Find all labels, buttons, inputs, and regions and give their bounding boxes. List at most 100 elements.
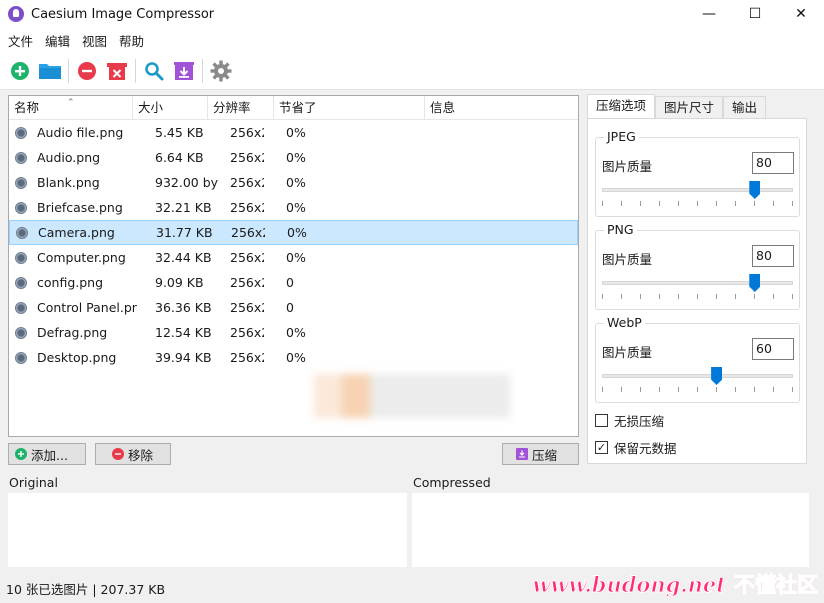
window-title: Caesium Image Compressor	[31, 6, 215, 22]
table-row[interactable]: Blank.png 932.00 by 256x25 0%	[9, 170, 578, 195]
table-row[interactable]: Audio.png 6.64 KB 256x25 0%	[9, 145, 578, 170]
slider-tick	[735, 294, 736, 299]
preview-search-button[interactable]	[142, 59, 166, 83]
keep-metadata-checkbox[interactable]: ✓	[595, 441, 608, 454]
compressed-preview-label: Compressed	[413, 475, 491, 490]
tab-compression-options[interactable]: 压缩选项	[587, 94, 656, 119]
table-row[interactable]: Camera.png 31.77 KB 256x25 0%	[9, 220, 578, 245]
table-row[interactable]: Briefcase.png 32.21 KB 256x25 0%	[9, 195, 578, 220]
lossless-checkbox[interactable]	[595, 414, 608, 427]
menu-edit[interactable]: 编辑	[39, 31, 76, 50]
slider-tick	[659, 201, 660, 206]
status-text: 10 张已选图片 | 207.37 KB	[6, 581, 166, 597]
file-resolution: 256x25	[230, 300, 264, 315]
compressed-preview-pane	[412, 493, 809, 567]
webp-quality-input[interactable]: 60	[752, 338, 794, 360]
slider-tick	[792, 294, 793, 299]
file-name: config.png	[37, 275, 104, 290]
file-resolution: 256x25	[230, 350, 264, 365]
clear-list-button[interactable]	[105, 59, 129, 83]
menu-help[interactable]: 帮助	[113, 31, 150, 50]
file-saved: 0%	[286, 125, 306, 140]
table-row[interactable]: Control Panel.pr 36.36 KB 256x25 0	[9, 295, 578, 320]
remove-button-label: 移除	[128, 447, 154, 463]
table-row[interactable]: Desktop.png 39.94 KB 256x25 0%	[9, 345, 578, 370]
slider-tick	[754, 294, 755, 299]
png-group-label: PNG	[604, 222, 637, 237]
png-slider-ticks	[602, 294, 793, 300]
file-saved: 0%	[286, 150, 306, 165]
keep-metadata-option[interactable]: ✓ 保留元数据	[595, 438, 677, 457]
webp-group-label: WebP	[604, 315, 645, 330]
menu-view[interactable]: 视图	[76, 31, 113, 50]
list-header: 名称 ⌃ 大小 分辨率 节省了 信息	[9, 96, 578, 120]
column-header-name[interactable]: 名称 ⌃	[9, 96, 133, 120]
jpeg-slider-thumb[interactable]	[749, 181, 761, 199]
table-row[interactable]: Defrag.png 12.54 KB 256x25 0%	[9, 320, 578, 345]
tab-image-size[interactable]: 图片尺寸	[655, 96, 724, 119]
column-header-resolution[interactable]: 分辨率	[208, 96, 274, 120]
file-name: Computer.png	[37, 250, 126, 265]
file-size: 12.54 KB	[155, 325, 212, 340]
remove-button[interactable]	[75, 59, 99, 83]
table-row[interactable]: Computer.png 32.44 KB 256x25 0%	[9, 245, 578, 270]
compress-button[interactable]: 压缩	[502, 443, 579, 465]
add-icon	[15, 448, 27, 460]
list-rows: Audio file.png 5.45 KB 256x25 0% Audio.png 6.…	[9, 120, 578, 370]
png-group: PNG 图片质量 80	[595, 222, 800, 310]
toolbar	[0, 52, 824, 90]
file-size: 6.64 KB	[155, 150, 204, 165]
window-controls: — ☐ ✕	[686, 0, 824, 28]
add-file-icon	[11, 61, 29, 80]
compress-toolbar-button[interactable]	[172, 59, 196, 83]
png-quality-slider[interactable]	[602, 281, 793, 285]
tab-output[interactable]: 输出	[723, 96, 767, 119]
png-quality-input[interactable]: 80	[752, 245, 794, 267]
toolbar-separator	[135, 58, 136, 83]
table-row[interactable]: Audio file.png 5.45 KB 256x25 0%	[9, 120, 578, 145]
close-button[interactable]: ✕	[778, 0, 824, 28]
slider-tick	[621, 294, 622, 299]
jpeg-quality-input[interactable]: 80	[752, 152, 794, 174]
column-header-saved[interactable]: 节省了	[274, 96, 425, 120]
table-row[interactable]: config.png 9.09 KB 256x25 0	[9, 270, 578, 295]
add-file-button[interactable]	[8, 59, 32, 83]
open-folder-button[interactable]	[38, 59, 62, 83]
file-size: 932.00 by	[155, 175, 219, 190]
slider-tick	[602, 387, 603, 392]
maximize-button[interactable]: ☐	[732, 0, 778, 28]
remove-button[interactable]: 移除	[95, 443, 171, 465]
png-slider-thumb[interactable]	[749, 274, 761, 292]
jpeg-quality-slider[interactable]	[602, 188, 793, 192]
minimize-button[interactable]: —	[686, 0, 732, 28]
file-resolution: 256x25	[230, 125, 264, 140]
file-resolution: 256x25	[230, 275, 264, 290]
file-status-icon	[15, 251, 27, 264]
file-saved: 0	[286, 300, 294, 315]
file-resolution: 256x25	[230, 325, 264, 340]
file-size: 5.45 KB	[155, 125, 204, 140]
compress-button-label: 压缩	[532, 447, 558, 463]
webp-quality-slider[interactable]	[602, 374, 793, 378]
file-status-icon	[15, 151, 27, 164]
slider-tick	[792, 201, 793, 206]
slider-tick	[773, 201, 774, 206]
webp-slider-thumb[interactable]	[711, 367, 723, 385]
settings-button[interactable]	[209, 59, 233, 83]
add-button[interactable]: 添加...	[8, 443, 86, 465]
lossless-label: 无损压缩	[614, 414, 665, 429]
column-header-info[interactable]: 信息	[425, 96, 578, 120]
slider-tick	[735, 201, 736, 206]
file-status-icon	[15, 201, 27, 214]
lossless-option[interactable]: 无损压缩	[595, 411, 664, 430]
slider-tick	[678, 201, 679, 206]
slider-tick	[621, 387, 622, 392]
file-name: Desktop.png	[37, 350, 117, 365]
file-status-icon	[15, 176, 27, 189]
webp-group: WebP 图片质量 60	[595, 315, 800, 403]
file-list[interactable]: 名称 ⌃ 大小 分辨率 节省了 信息 Audio file.png 5.45 KB…	[8, 95, 579, 437]
column-header-size[interactable]: 大小	[133, 96, 208, 120]
menu-file[interactable]: 文件	[2, 31, 39, 50]
slider-tick	[735, 387, 736, 392]
file-size: 9.09 KB	[155, 275, 204, 290]
